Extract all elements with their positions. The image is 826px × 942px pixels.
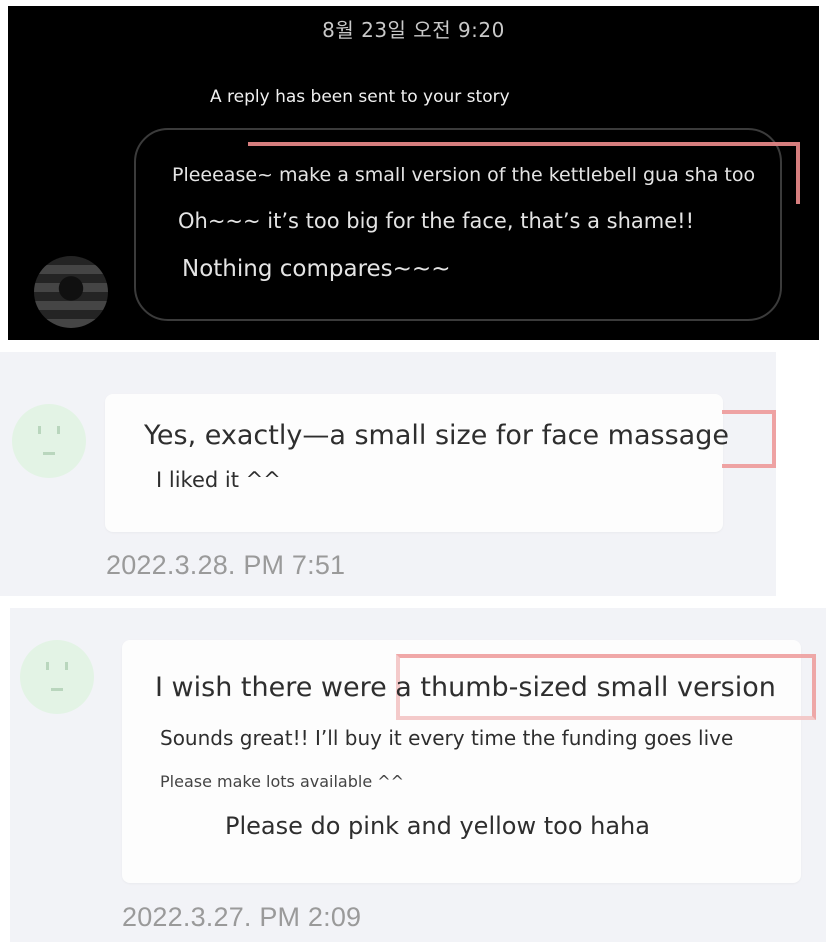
story-reply-notice: A reply has been sent to your story [210,87,510,107]
review-text: Please do pink and yellow too haha [225,812,650,840]
message-line: Pleeease~ make a small version of the ke… [172,164,756,186]
review-date: 2022.3.27. PM 2:09 [122,902,362,932]
review-card [105,394,723,532]
review-panel: I wish there were a thumb-sized small ve… [10,608,826,942]
message-timestamp: 8월 23일 오전 9:20 [322,18,505,42]
review-text: Yes, exactly—a small size for face massa… [144,420,729,451]
avatar-icon [12,404,86,478]
story-reply-panel: 8월 23일 오전 9:20 A reply has been sent to … [8,6,819,340]
review-panel: Yes, exactly—a small size for face massa… [0,352,776,596]
review-text: Sounds great!! I’ll buy it every time th… [160,726,734,750]
review-text: I wish there were a thumb-sized small ve… [155,672,776,703]
blurred-avatar [34,256,108,328]
highlight-marker [722,410,776,468]
message-line: Oh~~~ it’s too big for the face, that’s … [178,209,695,233]
avatar-icon [20,640,94,714]
review-date: 2022.3.28. PM 7:51 [106,550,346,580]
review-text: I liked it ^^ [156,468,281,492]
message-line: Nothing compares~~~ [182,256,451,282]
review-text: Please make lots available ^^ [160,772,405,791]
